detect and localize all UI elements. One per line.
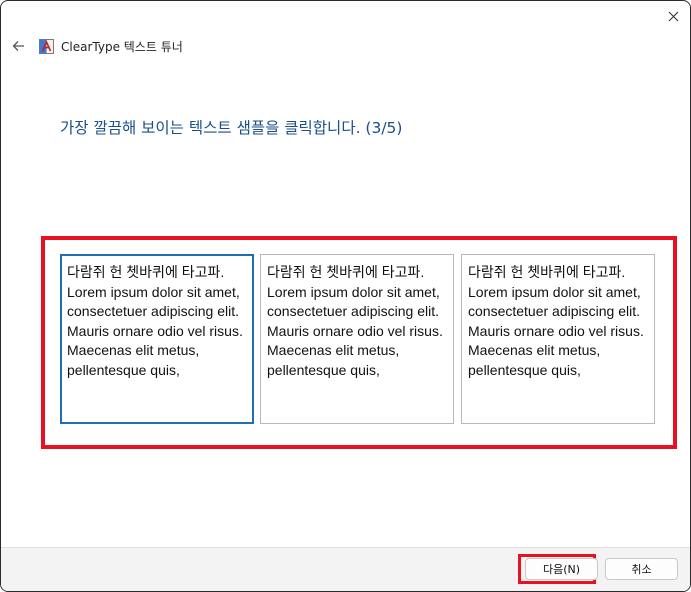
cancel-button[interactable]: 취소 (605, 558, 678, 580)
text-sample-2[interactable]: 다람쥐 헌 쳇바퀴에 타고파. Lorem ipsum dolor sit am… (260, 254, 454, 424)
back-arrow-icon (12, 41, 24, 51)
text-sample-1[interactable]: 다람쥐 헌 쳇바퀴에 타고파. Lorem ipsum dolor sit am… (60, 254, 254, 424)
cleartype-app-icon (39, 38, 54, 54)
close-button[interactable] (662, 5, 684, 27)
cleartype-tuner-window: ClearType 텍스트 튜너 가장 깔끔해 보이는 텍스트 샘플을 클릭합니… (0, 0, 691, 592)
instruction-text: 가장 깔끔해 보이는 텍스트 샘플을 클릭합니다. (3/5) (60, 119, 403, 137)
close-icon (668, 11, 678, 21)
window-header: ClearType 텍스트 튜너 (9, 35, 183, 57)
dialog-footer: 다음(N) 취소 (1, 547, 690, 591)
next-button[interactable]: 다음(N) (525, 558, 598, 580)
back-button[interactable] (9, 37, 27, 55)
text-sample-3[interactable]: 다람쥐 헌 쳇바퀴에 타고파. Lorem ipsum dolor sit am… (461, 254, 655, 424)
window-title: ClearType 텍스트 튜너 (61, 39, 183, 54)
